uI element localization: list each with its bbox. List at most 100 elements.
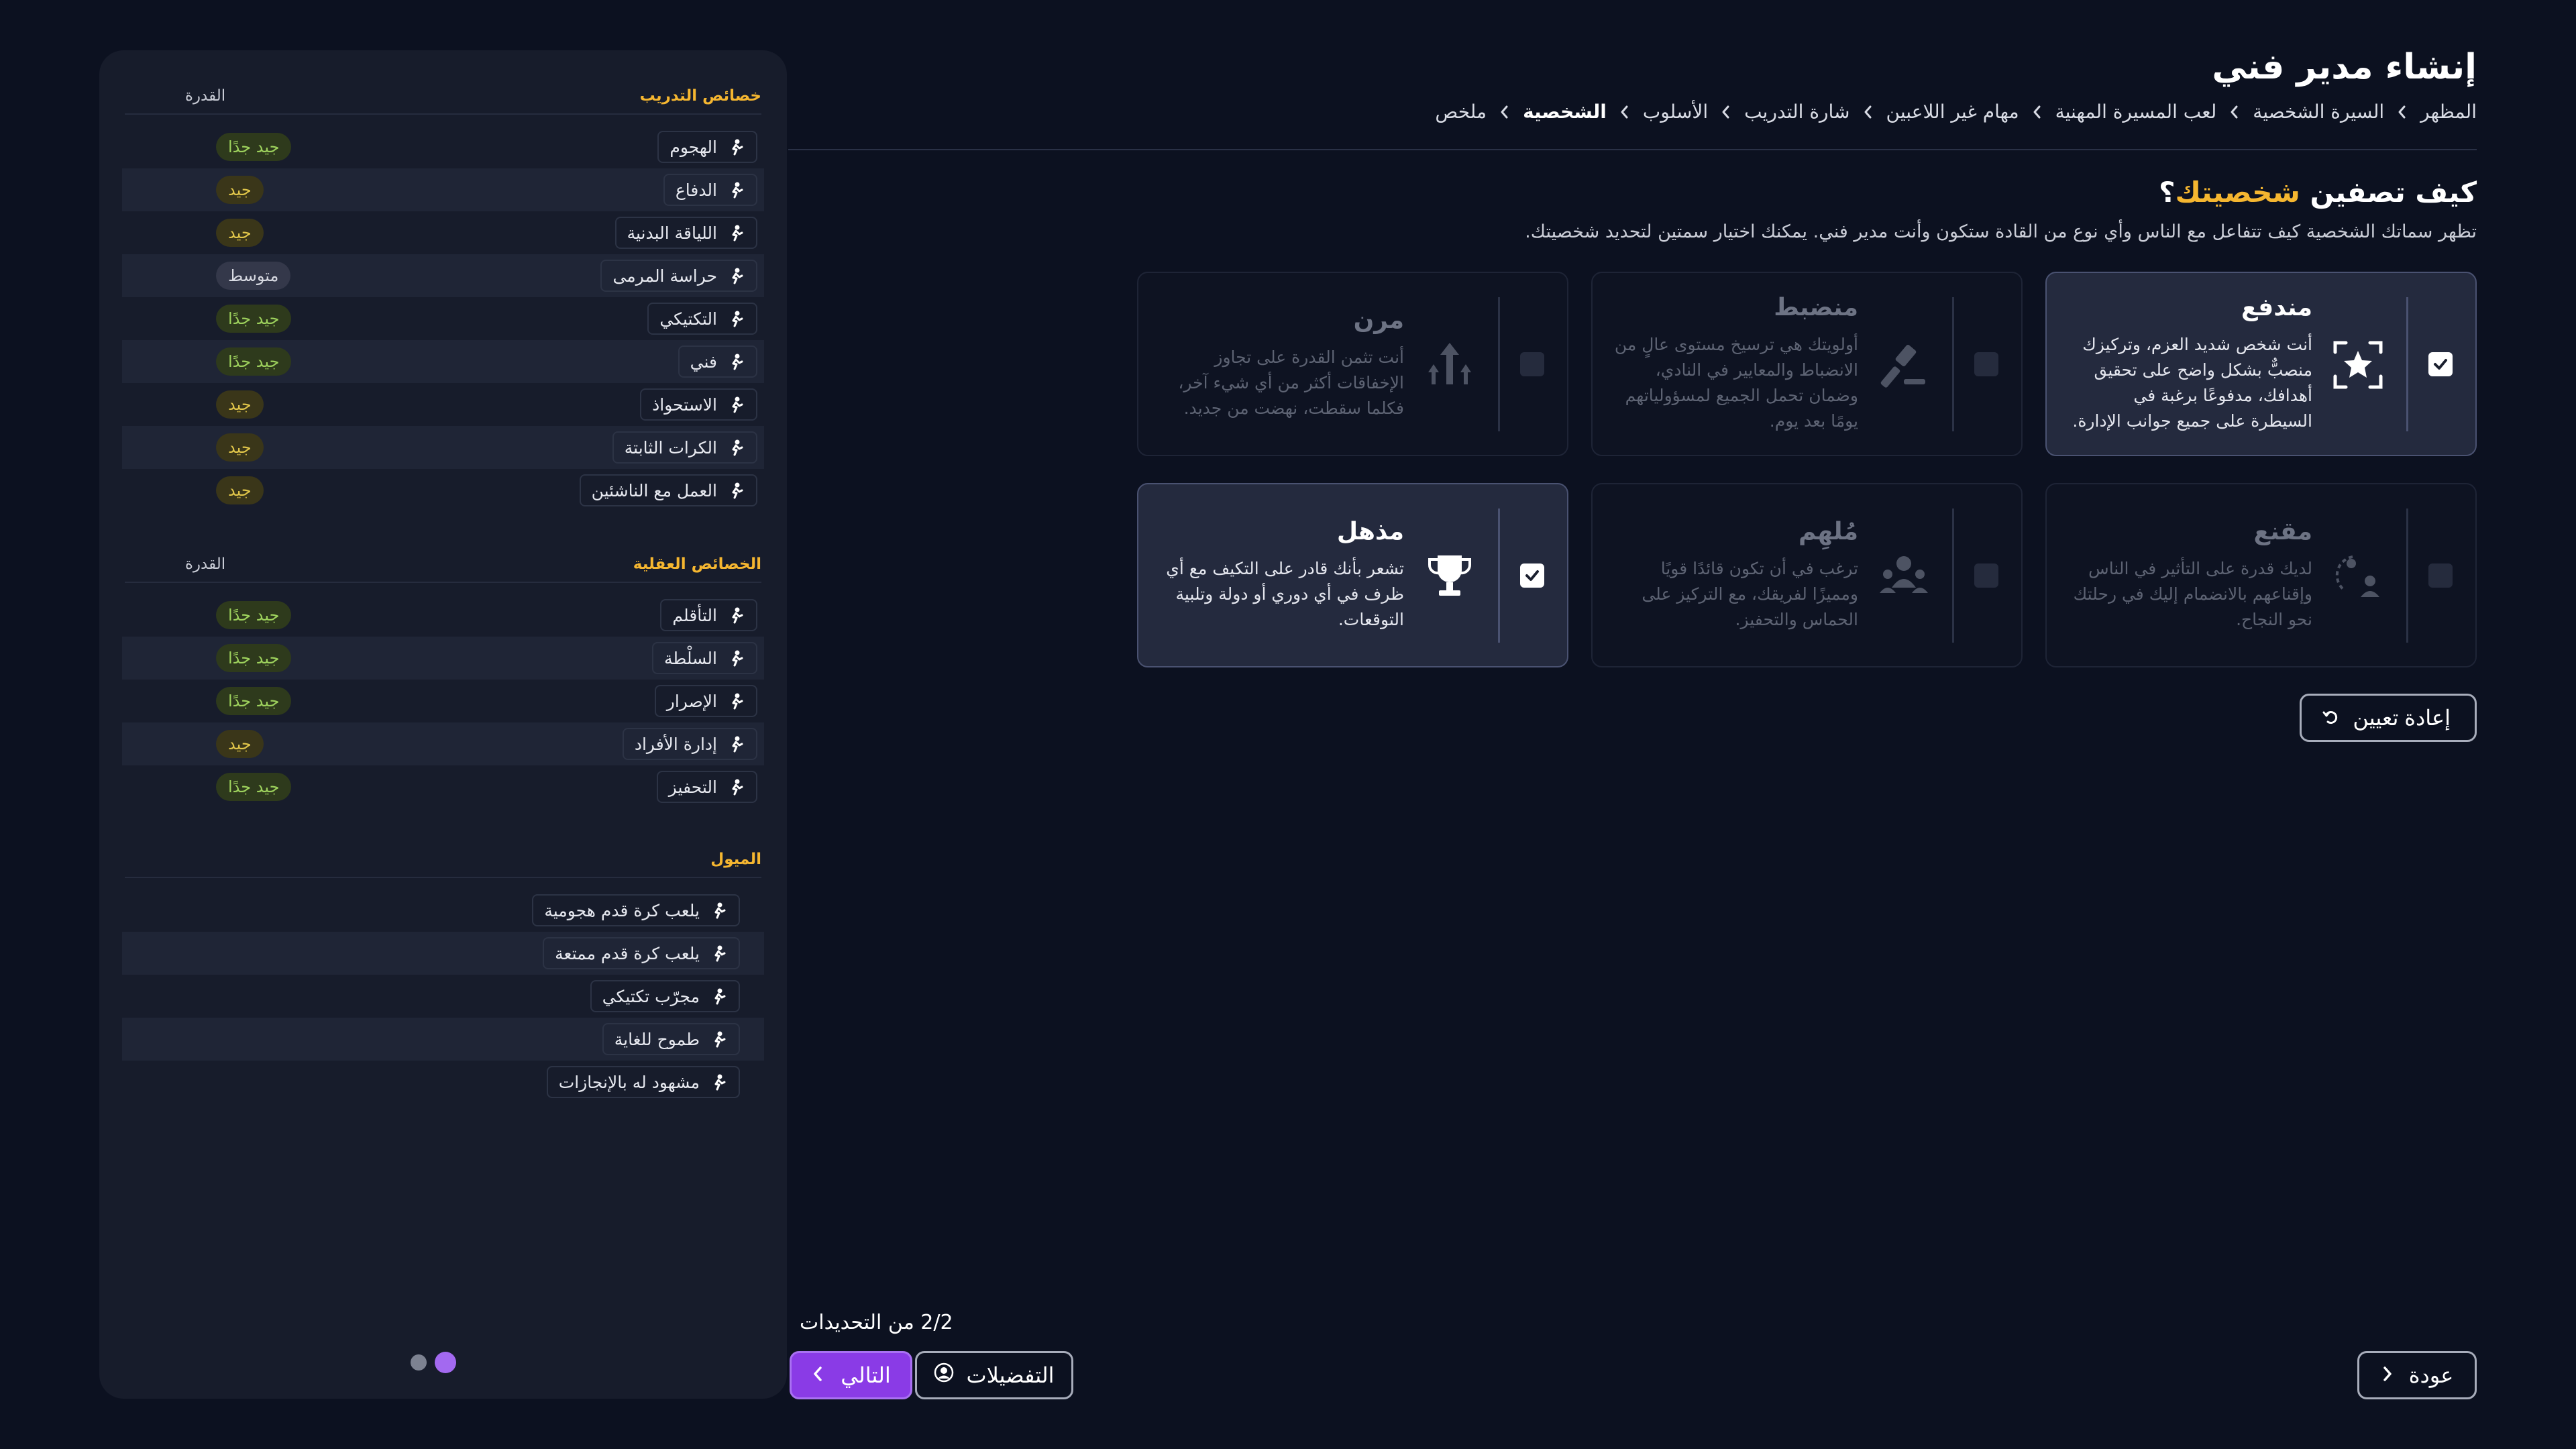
attacking-play-icon [709,901,728,920]
attribute-name: طموح للغاية [614,1029,700,1049]
card-divider [1952,508,1954,643]
defend-icon [727,180,745,199]
training-section-title: خصائص التدريب [639,87,761,105]
attribute-label: الإصرار [654,685,757,717]
card-divider [1952,297,1954,431]
technical-icon [727,352,745,371]
preferences-label: التفضيلات [966,1363,1055,1387]
trait-checkbox[interactable] [2428,352,2453,376]
trait-card[interactable]: مندفع أنت شخص شديد العزم، وتركيزك منصبٌّ … [2045,272,2477,456]
back-label: عودة [2408,1363,2454,1387]
attribute-label: الدفاع [663,174,757,206]
reset-button[interactable]: إعادة تعيين [2300,694,2477,742]
attribute-row: التكتيكي جيد جدًا [122,297,764,340]
people-icon [727,735,745,753]
rating-badge: جيد [216,476,264,504]
chevron-left-icon [1497,105,1512,119]
trait-description: أنت شخص شديد العزم، وتركيزك منصبٌّ بشكل … [2072,335,2312,431]
authority-icon [727,649,745,667]
card-divider [2406,508,2408,643]
attribute-row: إدارة الأفراد جيد [122,722,764,765]
trait-text: مرن أنت تثمن القدرة على تجاوز الإخفاقات أ… [1159,307,1404,421]
attribute-label: التحفيز [656,771,757,803]
training-attributes-list: الهجوم جيد جدًا الدفاع جيد اللياقة البدنية جي… [122,125,764,512]
rating-badge: جيد جدًا [216,133,292,161]
attribute-name: الإصرار [666,691,717,711]
trait-card[interactable]: مرن أنت تثمن القدرة على تجاوز الإخفاقات أ… [1137,272,1568,456]
attribute-row: مشهود له بالإنجازات [122,1061,764,1104]
trait-checkbox[interactable] [1974,352,1998,376]
attribute-name: التكتيكي [659,309,717,329]
attribute-label: مشهود له بالإنجازات [546,1066,740,1098]
entertaining-play-icon [709,944,728,963]
breadcrumb-item[interactable]: مهام غير اللاعبين [1886,101,2019,123]
attribute-label: يلعب كرة قدم ممتعة [543,937,740,969]
user-circle-icon [934,1362,954,1388]
attribute-row: التأقلم جيد جدًا [122,594,764,637]
selection-counter: 2/2 من التحديدات [800,1311,953,1334]
undo-icon [2322,706,2339,731]
trait-card[interactable]: منضبط أولويتك هي ترسيخ مستوى عالٍ من الان… [1591,272,2023,456]
card-divider [1498,508,1500,643]
attribute-label: التأقلم [660,599,757,631]
rating-badge: جيد جدًا [216,601,292,629]
attribute-row: الكرات الثابتة جيد [122,426,764,469]
star-focus-icon [2328,335,2387,394]
trait-checkbox[interactable] [1520,563,1544,588]
trait-cards-grid: مندفع أنت شخص شديد العزم، وتركيزك منصبٌّ … [1136,272,2477,667]
tendencies-list: يلعب كرة قدم هجومية يلعب كرة قدم ممتعة مجر… [122,889,764,1104]
tactical-experiment-icon [709,987,728,1006]
rating-badge: جيد [216,219,264,247]
breadcrumb-item[interactable]: السيرة الشخصية [2253,101,2384,123]
attribute-label: يلعب كرة قدم هجومية [532,894,740,926]
rating-badge: متوسط [216,262,291,290]
attribute-label: التكتيكي [647,303,757,335]
chevron-left-icon [2227,105,2242,119]
trait-title: مندفع [2241,294,2312,321]
trait-text: مُلهِم ترغب في أن تكون قائدًا قويًا ومميز… [1613,518,1858,633]
page-indicator [411,1352,456,1373]
preferences-button[interactable]: التفضيلات [915,1351,1073,1399]
attribute-name: مشهود له بالإنجازات [558,1072,700,1092]
breadcrumb-item[interactable]: الشخصية [1523,101,1607,123]
breadcrumb-item[interactable]: الأسلوب [1643,101,1708,123]
header-divider [788,149,2477,150]
attribute-name: فني [690,352,717,372]
rating-badge: جيد [216,390,264,419]
trait-title: مرن [1353,307,1404,334]
attribute-row: يلعب كرة قدم هجومية [122,889,764,932]
attribute-row: فني جيد جدًا [122,340,764,383]
back-button[interactable]: عودة [2357,1351,2477,1399]
attribute-label: مجرّب تكتيكي [590,980,740,1012]
next-button[interactable]: التالي [790,1351,912,1399]
trait-text: مقنع لديك قدرة على التأثير في الناس وإقنا… [2067,518,2312,633]
breadcrumb-item[interactable]: ملخص [1435,101,1487,123]
breadcrumb-item[interactable]: المظهر [2420,101,2477,123]
attribute-row: حراسة المرمى متوسط [122,254,764,297]
breadcrumb-item[interactable]: لعب المسيرة المهنية [2055,101,2217,123]
page-dot[interactable] [411,1354,427,1371]
question-suffix: ؟ [2159,176,2176,209]
trait-description: ترغب في أن تكون قائدًا قويًا ومميزًا لفر… [1642,559,1858,629]
trait-checkbox[interactable] [1974,563,1998,588]
breadcrumb-item[interactable]: شارة التدريب [1744,101,1849,123]
page-dot[interactable] [435,1352,456,1373]
fitness-icon [727,223,745,242]
mental-attributes-list: التأقلم جيد جدًا السلْطة جيد جدًا الإصرار جيد… [122,594,764,808]
chevron-left-icon [1719,105,1733,119]
attribute-row: الإصرار جيد جدًا [122,680,764,722]
trait-card[interactable]: مقنع لديك قدرة على التأثير في الناس وإقنا… [2045,483,2477,667]
chevron-left-icon [1617,105,1632,119]
trait-checkbox[interactable] [1520,352,1544,376]
tactics-icon [727,309,745,328]
trait-card[interactable]: مُلهِم ترغب في أن تكون قائدًا قويًا ومميز… [1591,483,2023,667]
attribute-label: العمل مع الناشئين [579,474,757,506]
attribute-row: يلعب كرة قدم ممتعة [122,932,764,975]
trait-checkbox[interactable] [2428,563,2453,588]
chevron-right-icon [2381,1363,2394,1388]
next-label: التالي [841,1363,891,1387]
attribute-row: الدفاع جيد [122,168,764,211]
attribute-name: الكرات الثابتة [624,437,717,458]
attribute-row: طموح للغاية [122,1018,764,1061]
trait-card[interactable]: مذهل تشعر بأنك قادر على التكيف مع أي ظرف … [1137,483,1568,667]
